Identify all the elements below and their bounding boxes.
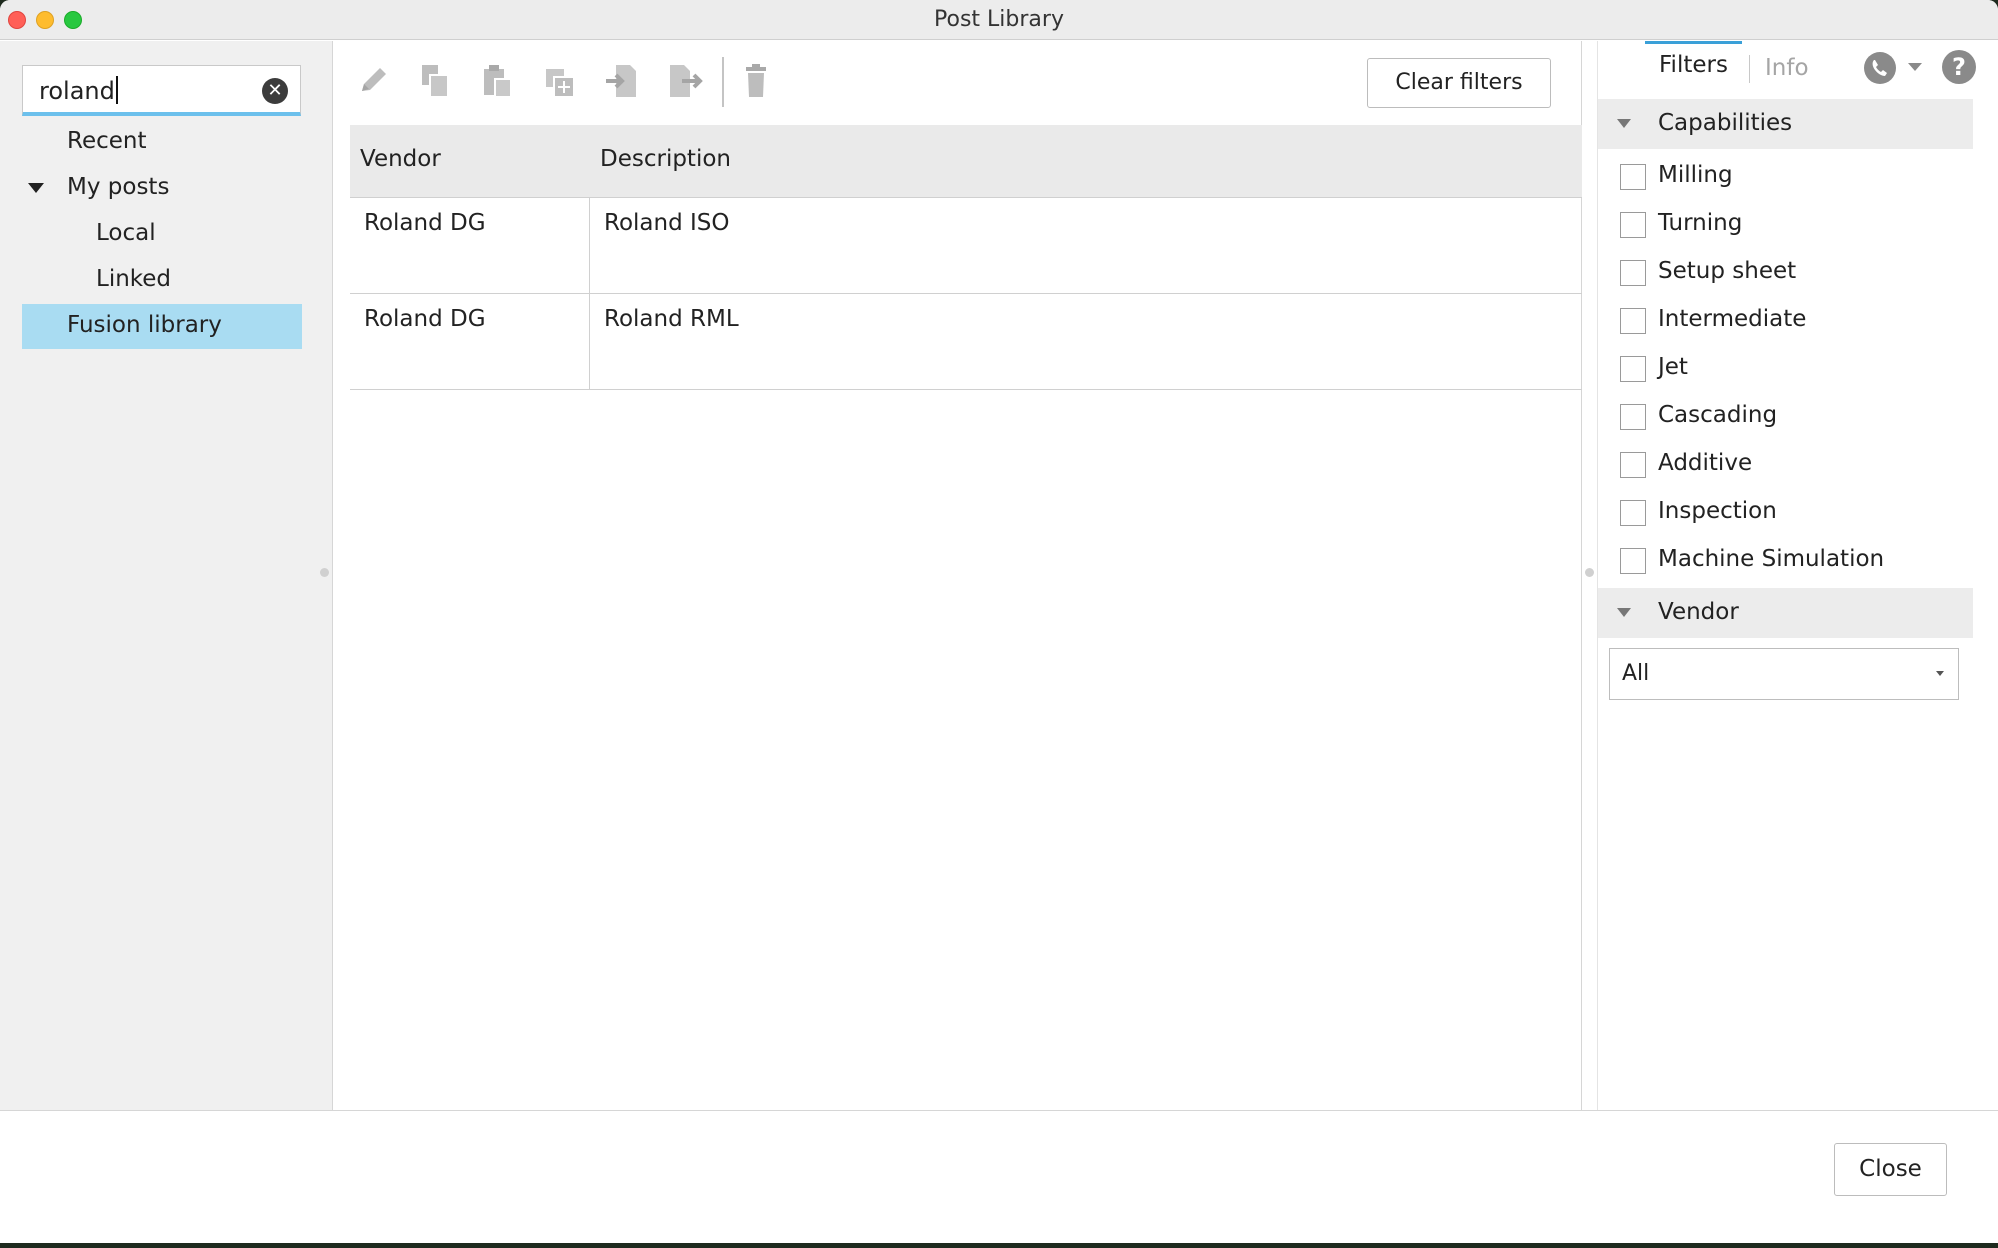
checkbox-label: Setup sheet: [1658, 258, 1797, 284]
clear-filters-button[interactable]: Clear filters: [1367, 58, 1551, 108]
cell-vendor: Roland DG: [364, 306, 486, 332]
duplicate-icon[interactable]: [540, 61, 580, 101]
post-library-window: Post Library roland ✕ Recent My posts Lo…: [0, 0, 1998, 1243]
import-icon[interactable]: [602, 61, 642, 101]
search-input[interactable]: roland ✕: [22, 65, 301, 116]
search-value: roland: [39, 77, 115, 105]
checkbox[interactable]: [1620, 404, 1646, 430]
collapse-triangle-icon[interactable]: [1617, 119, 1631, 128]
column-header-description[interactable]: Description: [600, 146, 731, 172]
checkbox[interactable]: [1620, 356, 1646, 382]
checkbox[interactable]: [1620, 500, 1646, 526]
copy-icon[interactable]: [416, 61, 456, 101]
posts-panel: Clear filters Vendor Description Roland …: [334, 41, 1582, 1110]
checkbox-label: Machine Simulation: [1658, 546, 1885, 572]
checkbox-label: Intermediate: [1658, 306, 1807, 332]
tab-info[interactable]: Info: [1765, 55, 1809, 81]
export-icon[interactable]: [664, 61, 704, 101]
nav-item-recent[interactable]: Recent: [67, 128, 147, 154]
checkbox[interactable]: [1620, 308, 1646, 334]
expand-triangle-icon[interactable]: [28, 183, 44, 193]
checkbox-label: Milling: [1658, 162, 1733, 188]
table-row[interactable]: Roland DG Roland ISO: [350, 198, 1582, 294]
nav-item-local[interactable]: Local: [96, 220, 156, 246]
checkbox[interactable]: [1620, 212, 1646, 238]
checkbox-label: Inspection: [1658, 498, 1777, 524]
clear-search-icon[interactable]: ✕: [262, 78, 288, 104]
vendor-title: Vendor: [1658, 599, 1739, 625]
checkbox-label: Cascading: [1658, 402, 1778, 428]
dialog-footer: Close: [0, 1110, 1998, 1243]
cell-vendor: Roland DG: [364, 210, 486, 236]
column-header-vendor[interactable]: Vendor: [360, 146, 441, 172]
tab-separator: [1749, 55, 1750, 83]
dropdown-arrow-icon: [1936, 671, 1944, 676]
splitter-handle[interactable]: [320, 568, 329, 577]
checkbox-label: Turning: [1658, 210, 1743, 236]
cell-description: Roland ISO: [604, 210, 730, 236]
capabilities-title: Capabilities: [1658, 110, 1793, 136]
chevron-down-icon[interactable]: [1908, 63, 1922, 71]
text-caret: [115, 76, 118, 104]
edit-icon[interactable]: [354, 61, 394, 101]
table-row[interactable]: Roland DG Roland RML: [350, 294, 1582, 390]
tab-filters[interactable]: Filters: [1645, 41, 1742, 84]
nav-item-fusion-library[interactable]: Fusion library: [67, 312, 222, 338]
capabilities-section-header[interactable]: Capabilities: [1598, 99, 1973, 149]
vendor-select[interactable]: All: [1609, 648, 1959, 700]
window-title: Post Library: [934, 7, 1064, 32]
nav-item-linked[interactable]: Linked: [96, 266, 171, 292]
toolbar-separator: [722, 57, 724, 107]
table-header: Vendor Description: [350, 125, 1582, 198]
close-button[interactable]: Close: [1834, 1143, 1947, 1196]
title-bar: Post Library: [0, 0, 1998, 40]
checkbox[interactable]: [1620, 260, 1646, 286]
cell-description: Roland RML: [604, 306, 739, 332]
posts-table: Vendor Description Roland DG Roland ISO …: [350, 125, 1582, 390]
filters-panel: Filters Info ? Capabilities Milling Turn…: [1583, 41, 1998, 1110]
checkbox-label: Additive: [1658, 450, 1753, 476]
vendor-section-header[interactable]: Vendor: [1598, 588, 1973, 638]
nav-item-my-posts[interactable]: My posts: [67, 174, 169, 200]
checkbox[interactable]: [1620, 164, 1646, 190]
checkbox[interactable]: [1620, 548, 1646, 574]
delete-icon[interactable]: [738, 61, 778, 101]
phone-icon[interactable]: [1863, 51, 1897, 85]
paste-icon[interactable]: [478, 61, 518, 101]
help-icon[interactable]: ?: [1942, 50, 1976, 84]
navigation-panel: roland ✕ Recent My posts Local Linked Fu…: [0, 41, 333, 1110]
vendor-select-value: All: [1622, 661, 1650, 686]
splitter-handle[interactable]: [1585, 568, 1594, 577]
checkbox-label: Jet: [1658, 354, 1688, 380]
checkbox[interactable]: [1620, 452, 1646, 478]
collapse-triangle-icon[interactable]: [1617, 608, 1631, 617]
